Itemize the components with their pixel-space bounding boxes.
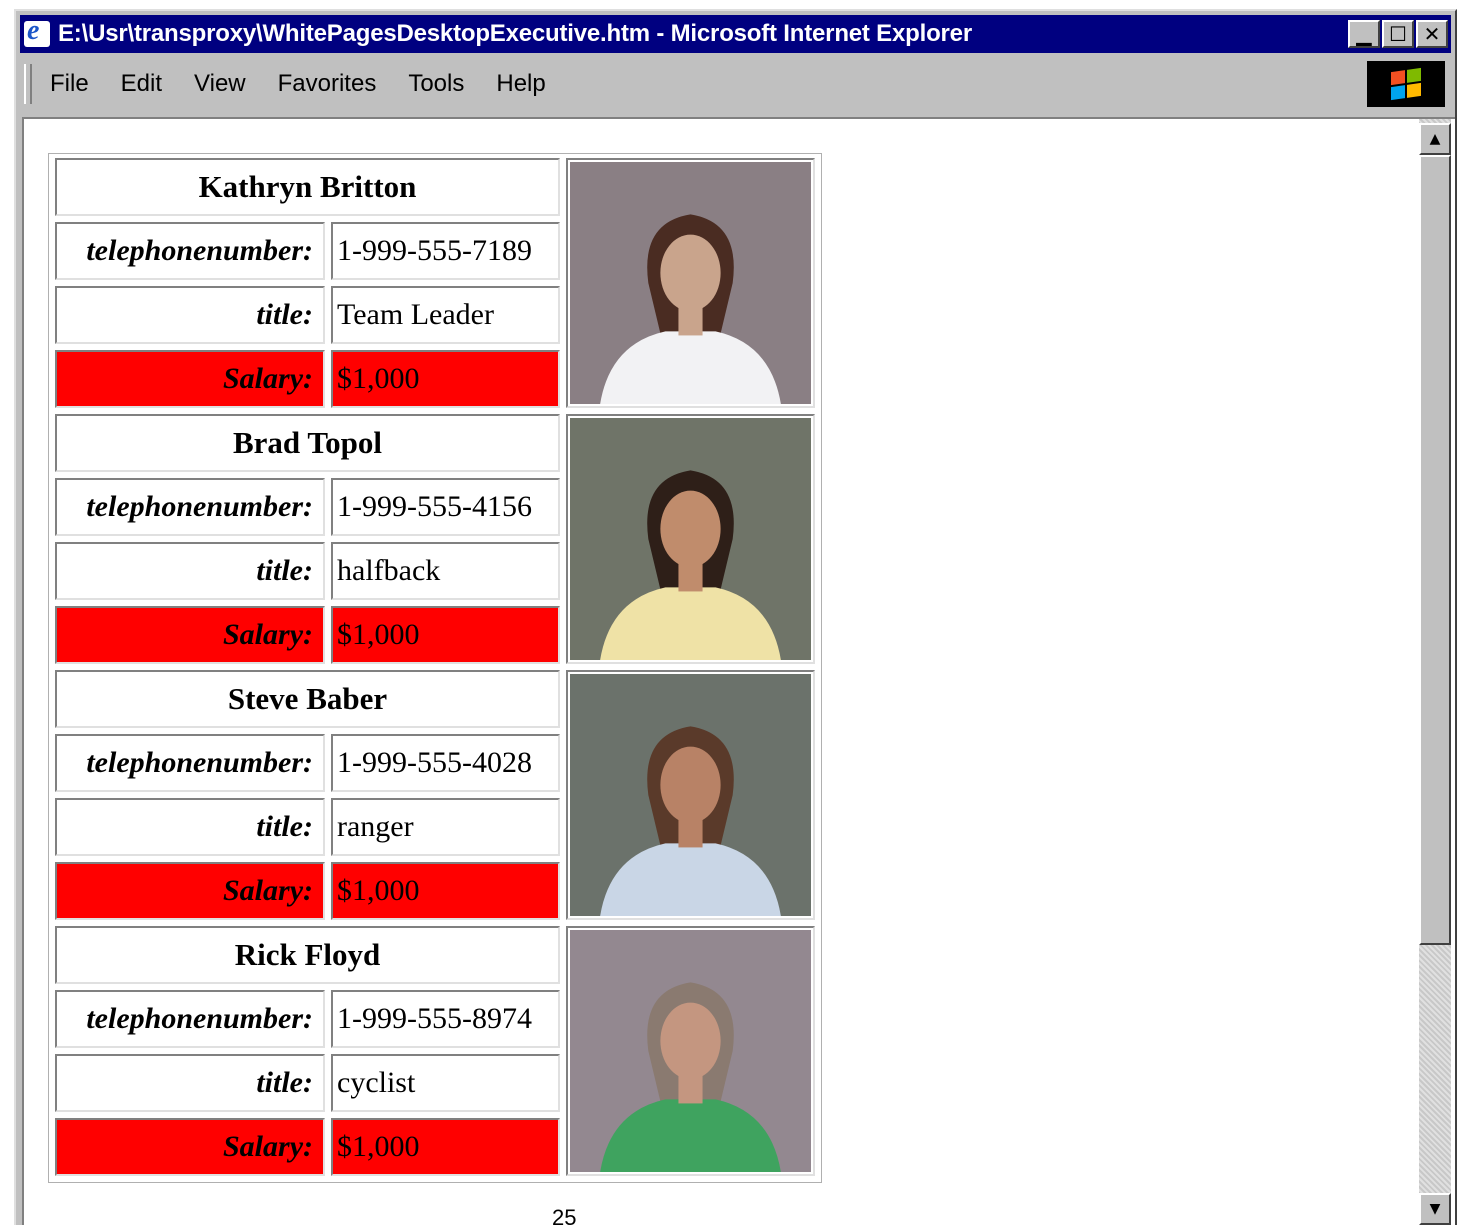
title-row: title: ranger xyxy=(55,798,560,856)
window-title: E:\Usr\transproxy\WhitePagesDesktopExecu… xyxy=(58,20,972,47)
telephone-label: telephonenumber: xyxy=(55,478,325,536)
close-button[interactable]: ✕ xyxy=(1416,20,1448,48)
employee-info: Brad Topol telephonenumber: 1-999-555-41… xyxy=(55,414,560,664)
telephone-value: 1-999-555-7189 xyxy=(331,222,560,280)
menu-help[interactable]: Help xyxy=(496,70,545,98)
telephone-value: 1-999-555-8974 xyxy=(331,990,560,1048)
salary-row: Salary: $1,000 xyxy=(55,606,560,664)
portrait-image xyxy=(570,162,811,404)
title-bar[interactable]: E:\Usr\transproxy\WhitePagesDesktopExecu… xyxy=(20,15,1451,53)
menu-tools[interactable]: Tools xyxy=(408,70,464,98)
title-row: title: halfback xyxy=(55,542,560,600)
scroll-down-arrow-icon[interactable]: ▼ xyxy=(1419,1193,1451,1225)
menu-bar: File Edit View Favorites Tools Help xyxy=(20,59,1451,109)
page-number: 25 xyxy=(552,1205,577,1230)
internet-explorer-icon[interactable] xyxy=(24,15,50,47)
telephone-label: telephonenumber: xyxy=(55,734,325,792)
telephone-row: telephonenumber: 1-999-555-4156 xyxy=(55,478,560,536)
minimize-button[interactable]: ▁ xyxy=(1348,20,1380,48)
title-value: Team Leader xyxy=(331,286,560,344)
employee-photo xyxy=(566,414,815,664)
salary-label: Salary: xyxy=(55,1118,325,1176)
title-value: ranger xyxy=(331,798,560,856)
salary-label: Salary: xyxy=(55,862,325,920)
telephone-label: telephonenumber: xyxy=(55,990,325,1048)
employee-record: Brad Topol telephonenumber: 1-999-555-41… xyxy=(55,414,815,664)
scroll-up-arrow-icon[interactable]: ▲ xyxy=(1419,123,1451,155)
telephone-label: telephonenumber: xyxy=(55,222,325,280)
menu-file[interactable]: File xyxy=(50,70,89,98)
toolbar-grip[interactable] xyxy=(24,64,32,104)
telephone-value: 1-999-555-4028 xyxy=(331,734,560,792)
title-label: title: xyxy=(55,1054,325,1112)
portrait-image xyxy=(570,418,811,660)
title-row: title: Team Leader xyxy=(55,286,560,344)
maximize-button[interactable]: ☐ xyxy=(1382,20,1414,48)
scrollbar-thumb[interactable] xyxy=(1419,155,1451,945)
telephone-row: telephonenumber: 1-999-555-8974 xyxy=(55,990,560,1048)
menu-view[interactable]: View xyxy=(194,70,246,98)
white-pages-table: Kathryn Britton telephonenumber: 1-999-5… xyxy=(48,153,822,1183)
portrait-image xyxy=(570,674,811,916)
telephone-value: 1-999-555-4156 xyxy=(331,478,560,536)
title-label: title: xyxy=(55,542,325,600)
employee-info: Steve Baber telephonenumber: 1-999-555-4… xyxy=(55,670,560,920)
salary-row: Salary: $1,000 xyxy=(55,862,560,920)
title-label: title: xyxy=(55,286,325,344)
title-row: title: cyclist xyxy=(55,1054,560,1112)
menu-edit[interactable]: Edit xyxy=(121,70,162,98)
portrait-image xyxy=(570,930,811,1172)
salary-value: $1,000 xyxy=(331,862,560,920)
employee-info: Rick Floyd telephonenumber: 1-999-555-89… xyxy=(55,926,560,1176)
browser-window: E:\Usr\transproxy\WhitePagesDesktopExecu… xyxy=(14,9,1457,1225)
title-value: halfback xyxy=(331,542,560,600)
employee-record: Rick Floyd telephonenumber: 1-999-555-89… xyxy=(55,926,815,1176)
employee-record: Steve Baber telephonenumber: 1-999-555-4… xyxy=(55,670,815,920)
telephone-row: telephonenumber: 1-999-555-7189 xyxy=(55,222,560,280)
salary-label: Salary: xyxy=(55,350,325,408)
salary-row: Salary: $1,000 xyxy=(55,350,560,408)
salary-row: Salary: $1,000 xyxy=(55,1118,560,1176)
windows-flag-icon xyxy=(1391,67,1421,101)
salary-value: $1,000 xyxy=(331,1118,560,1176)
employee-info: Kathryn Britton telephonenumber: 1-999-5… xyxy=(55,158,560,408)
salary-value: $1,000 xyxy=(331,350,560,408)
windows-logo-throbber xyxy=(1367,61,1445,107)
employee-photo xyxy=(566,926,815,1176)
title-label: title: xyxy=(55,798,325,856)
page-viewport[interactable]: Kathryn Britton telephonenumber: 1-999-5… xyxy=(22,117,1455,1225)
vertical-scrollbar[interactable]: ▲ ▼ xyxy=(1419,119,1451,1225)
title-value: cyclist xyxy=(331,1054,560,1112)
employee-photo xyxy=(566,158,815,408)
employee-name: Kathryn Britton xyxy=(55,158,560,216)
employee-name: Rick Floyd xyxy=(55,926,560,984)
menu-favorites[interactable]: Favorites xyxy=(278,70,377,98)
employee-name: Steve Baber xyxy=(55,670,560,728)
salary-value: $1,000 xyxy=(331,606,560,664)
employee-photo xyxy=(566,670,815,920)
employee-record: Kathryn Britton telephonenumber: 1-999-5… xyxy=(55,158,815,408)
window-controls: ▁ ☐ ✕ xyxy=(1348,20,1448,48)
telephone-row: telephonenumber: 1-999-555-4028 xyxy=(55,734,560,792)
salary-label: Salary: xyxy=(55,606,325,664)
employee-name: Brad Topol xyxy=(55,414,560,472)
